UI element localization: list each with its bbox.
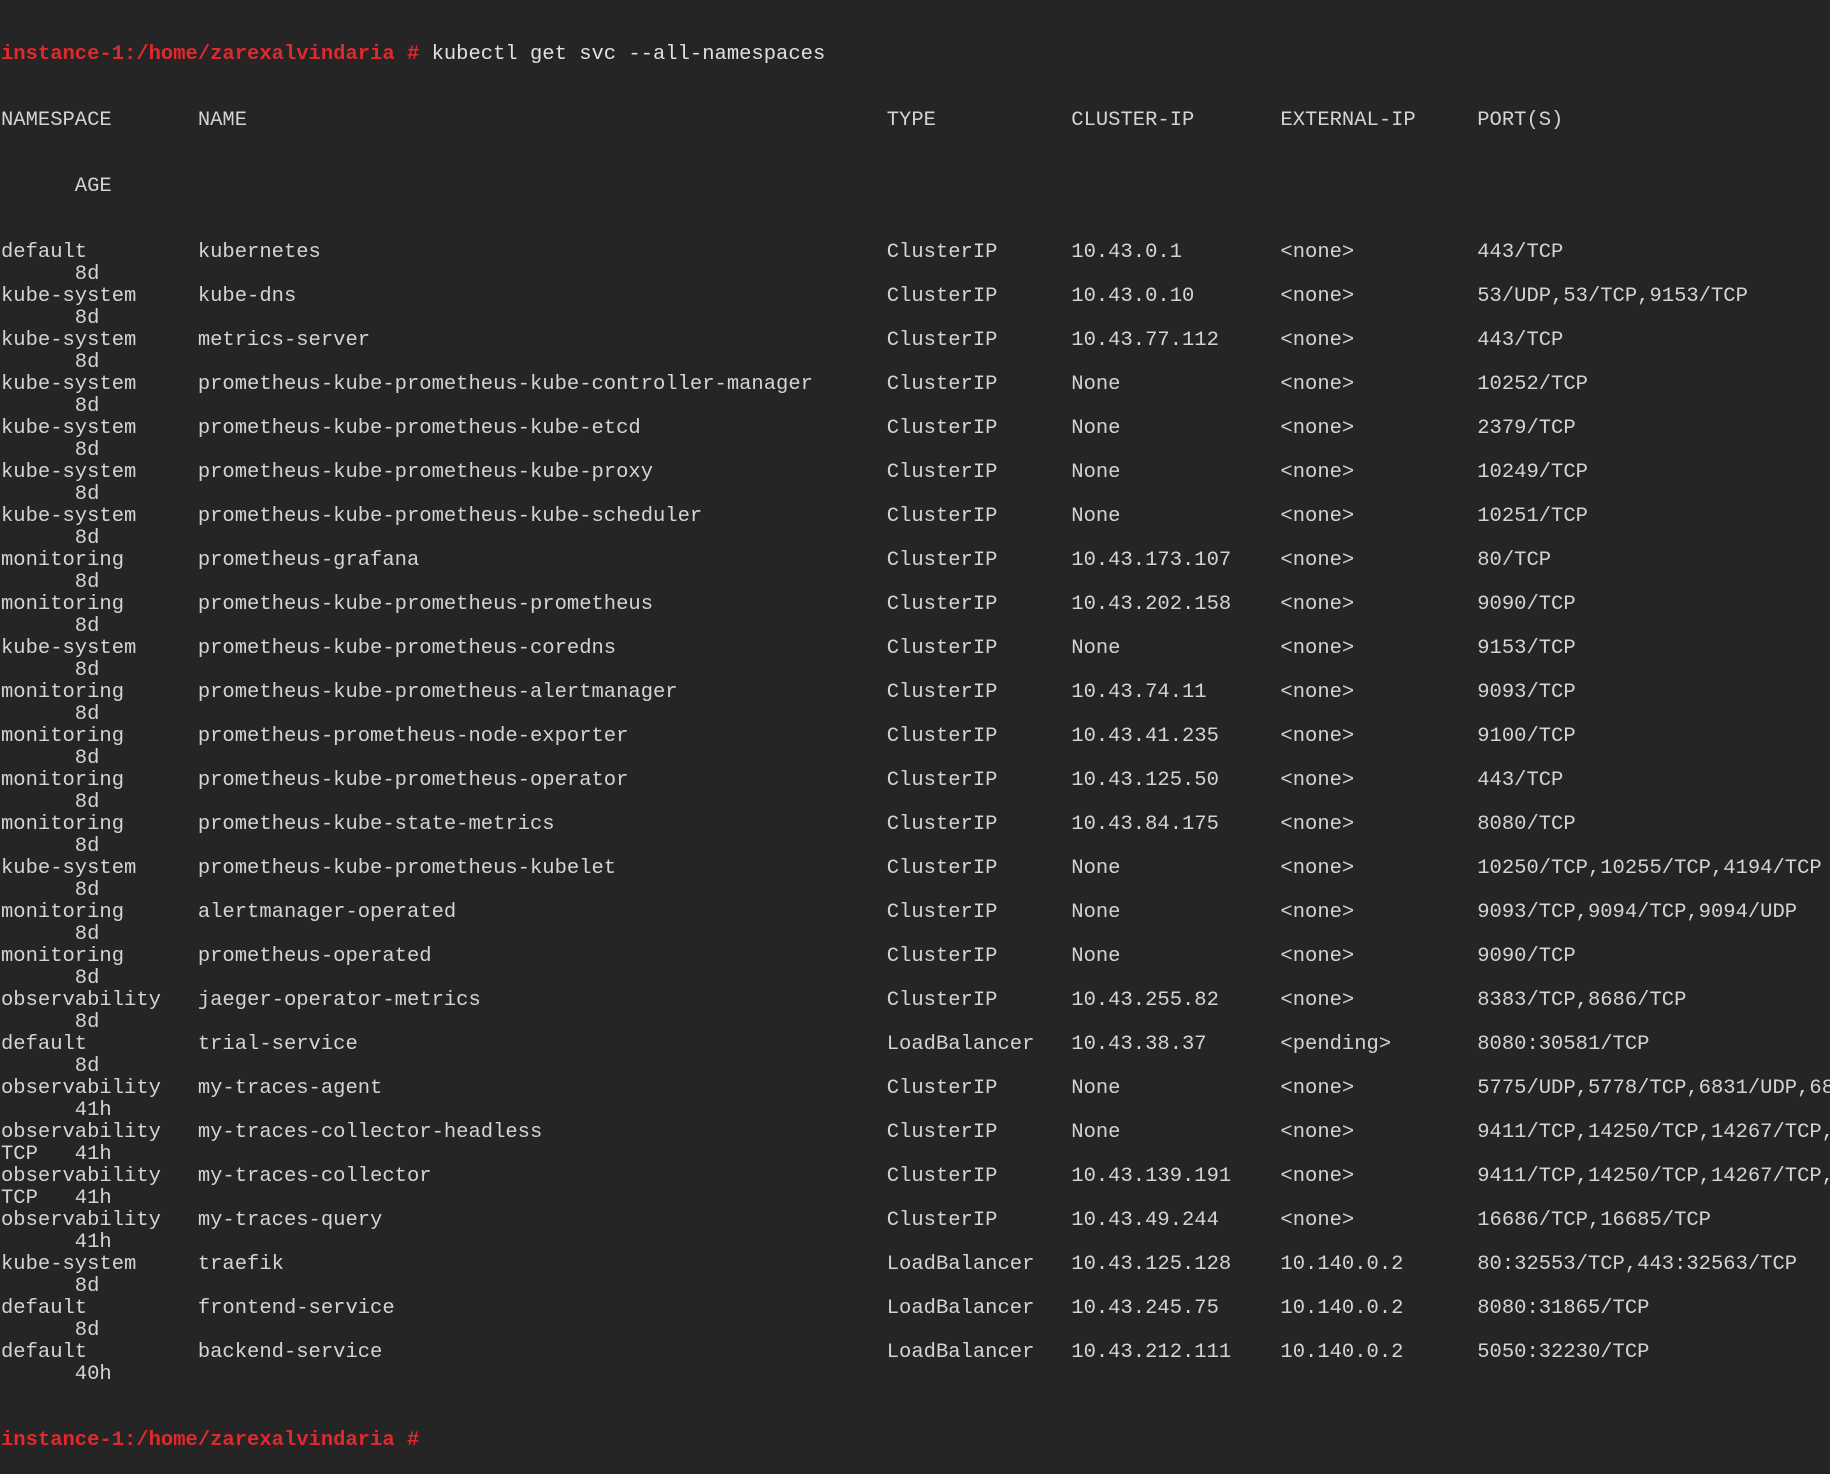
table-row-wrap: TCP 41h xyxy=(1,1187,112,1210)
table-row-wrap: 8d xyxy=(1,703,100,726)
table-header-line-2: AGE xyxy=(1,175,112,198)
table-row: observability my-traces-collector-headle… xyxy=(1,1121,1830,1144)
table-row-wrap: 8d xyxy=(1,615,100,638)
table-row: monitoring prometheus-kube-prometheus-op… xyxy=(1,769,1564,792)
table-row: kube-system prometheus-kube-prometheus-k… xyxy=(1,505,1588,528)
table-row-wrap: 41h xyxy=(1,1231,112,1254)
table-row: monitoring prometheus-kube-prometheus-pr… xyxy=(1,593,1576,616)
table-row: observability jaeger-operator-metrics Cl… xyxy=(1,989,1687,1012)
table-row-wrap: 8d xyxy=(1,747,100,770)
table-row: monitoring prometheus-operated ClusterIP… xyxy=(1,945,1576,968)
table-row-wrap: 8d xyxy=(1,1275,100,1298)
table-row: monitoring prometheus-kube-state-metrics… xyxy=(1,813,1576,836)
table-row: observability my-traces-agent ClusterIP … xyxy=(1,1077,1830,1100)
table-row-wrap: 8d xyxy=(1,307,100,330)
table-row: observability my-traces-collector Cluste… xyxy=(1,1165,1830,1188)
table-row: kube-system prometheus-kube-prometheus-k… xyxy=(1,857,1822,880)
table-row-wrap: 40h xyxy=(1,1363,112,1386)
table-row: monitoring prometheus-grafana ClusterIP … xyxy=(1,549,1552,572)
table-row-wrap: 8d xyxy=(1,1319,100,1342)
table-row: default frontend-service LoadBalancer 10… xyxy=(1,1297,1650,1320)
table-row: kube-system traefik LoadBalancer 10.43.1… xyxy=(1,1253,1798,1276)
table-row: kube-system prometheus-kube-prometheus-k… xyxy=(1,417,1576,440)
table-row-wrap: 8d xyxy=(1,967,100,990)
table-row-wrap: 8d xyxy=(1,483,100,506)
command-text: kubectl get svc --all-namespaces xyxy=(419,43,826,66)
shell-prompt: instance-1:/home/zarexalvindaria # xyxy=(1,43,420,66)
table-row: default trial-service LoadBalancer 10.43… xyxy=(1,1033,1650,1056)
table-row-wrap: 8d xyxy=(1,791,100,814)
table-row-wrap: 8d xyxy=(1,263,100,286)
table-row-wrap: 8d xyxy=(1,439,100,462)
table-row: default backend-service LoadBalancer 10.… xyxy=(1,1341,1650,1364)
table-row: kube-system prometheus-kube-prometheus-k… xyxy=(1,373,1588,396)
table-row-wrap: 8d xyxy=(1,1011,100,1034)
table-row-wrap: 8d xyxy=(1,659,100,682)
table-row: kube-system prometheus-kube-prometheus-k… xyxy=(1,461,1588,484)
table-header-line-1: NAMESPACE NAME TYPE CLUSTER-IP EXTERNAL-… xyxy=(1,109,1564,132)
table-row-wrap: 8d xyxy=(1,1055,100,1078)
service-table-rows: default kubernetes ClusterIP 10.43.0.1 <… xyxy=(0,242,1830,1386)
table-row-wrap: 41h xyxy=(1,1099,112,1122)
table-row: kube-system metrics-server ClusterIP 10.… xyxy=(1,329,1564,352)
table-row-wrap: 8d xyxy=(1,527,100,550)
table-row: monitoring alertmanager-operated Cluster… xyxy=(1,901,1798,924)
command-line: instance-1:/home/zarexalvindaria # kubec… xyxy=(0,44,1830,66)
table-row: monitoring prometheus-kube-prometheus-al… xyxy=(1,681,1576,704)
table-row-wrap: 8d xyxy=(1,571,100,594)
terminal-window[interactable]: instance-1:/home/zarexalvindaria # kubec… xyxy=(0,0,1830,1452)
table-row-wrap: 8d xyxy=(1,351,100,374)
table-row: kube-system kube-dns ClusterIP 10.43.0.1… xyxy=(1,285,1748,308)
table-row: monitoring prometheus-prometheus-node-ex… xyxy=(1,725,1576,748)
table-row-wrap: 8d xyxy=(1,923,100,946)
table-row: default kubernetes ClusterIP 10.43.0.1 <… xyxy=(1,241,1564,264)
final-shell-prompt: instance-1:/home/zarexalvindaria # xyxy=(1,1429,420,1452)
table-row: observability my-traces-query ClusterIP … xyxy=(1,1209,1711,1232)
final-prompt-line[interactable]: instance-1:/home/zarexalvindaria # xyxy=(0,1430,1830,1452)
table-row: kube-system prometheus-kube-prometheus-c… xyxy=(1,637,1576,660)
table-row-wrap: 8d xyxy=(1,835,100,858)
table-row-wrap: 8d xyxy=(1,395,100,418)
table-row-wrap: TCP 41h xyxy=(1,1143,112,1166)
table-row-wrap: 8d xyxy=(1,879,100,902)
